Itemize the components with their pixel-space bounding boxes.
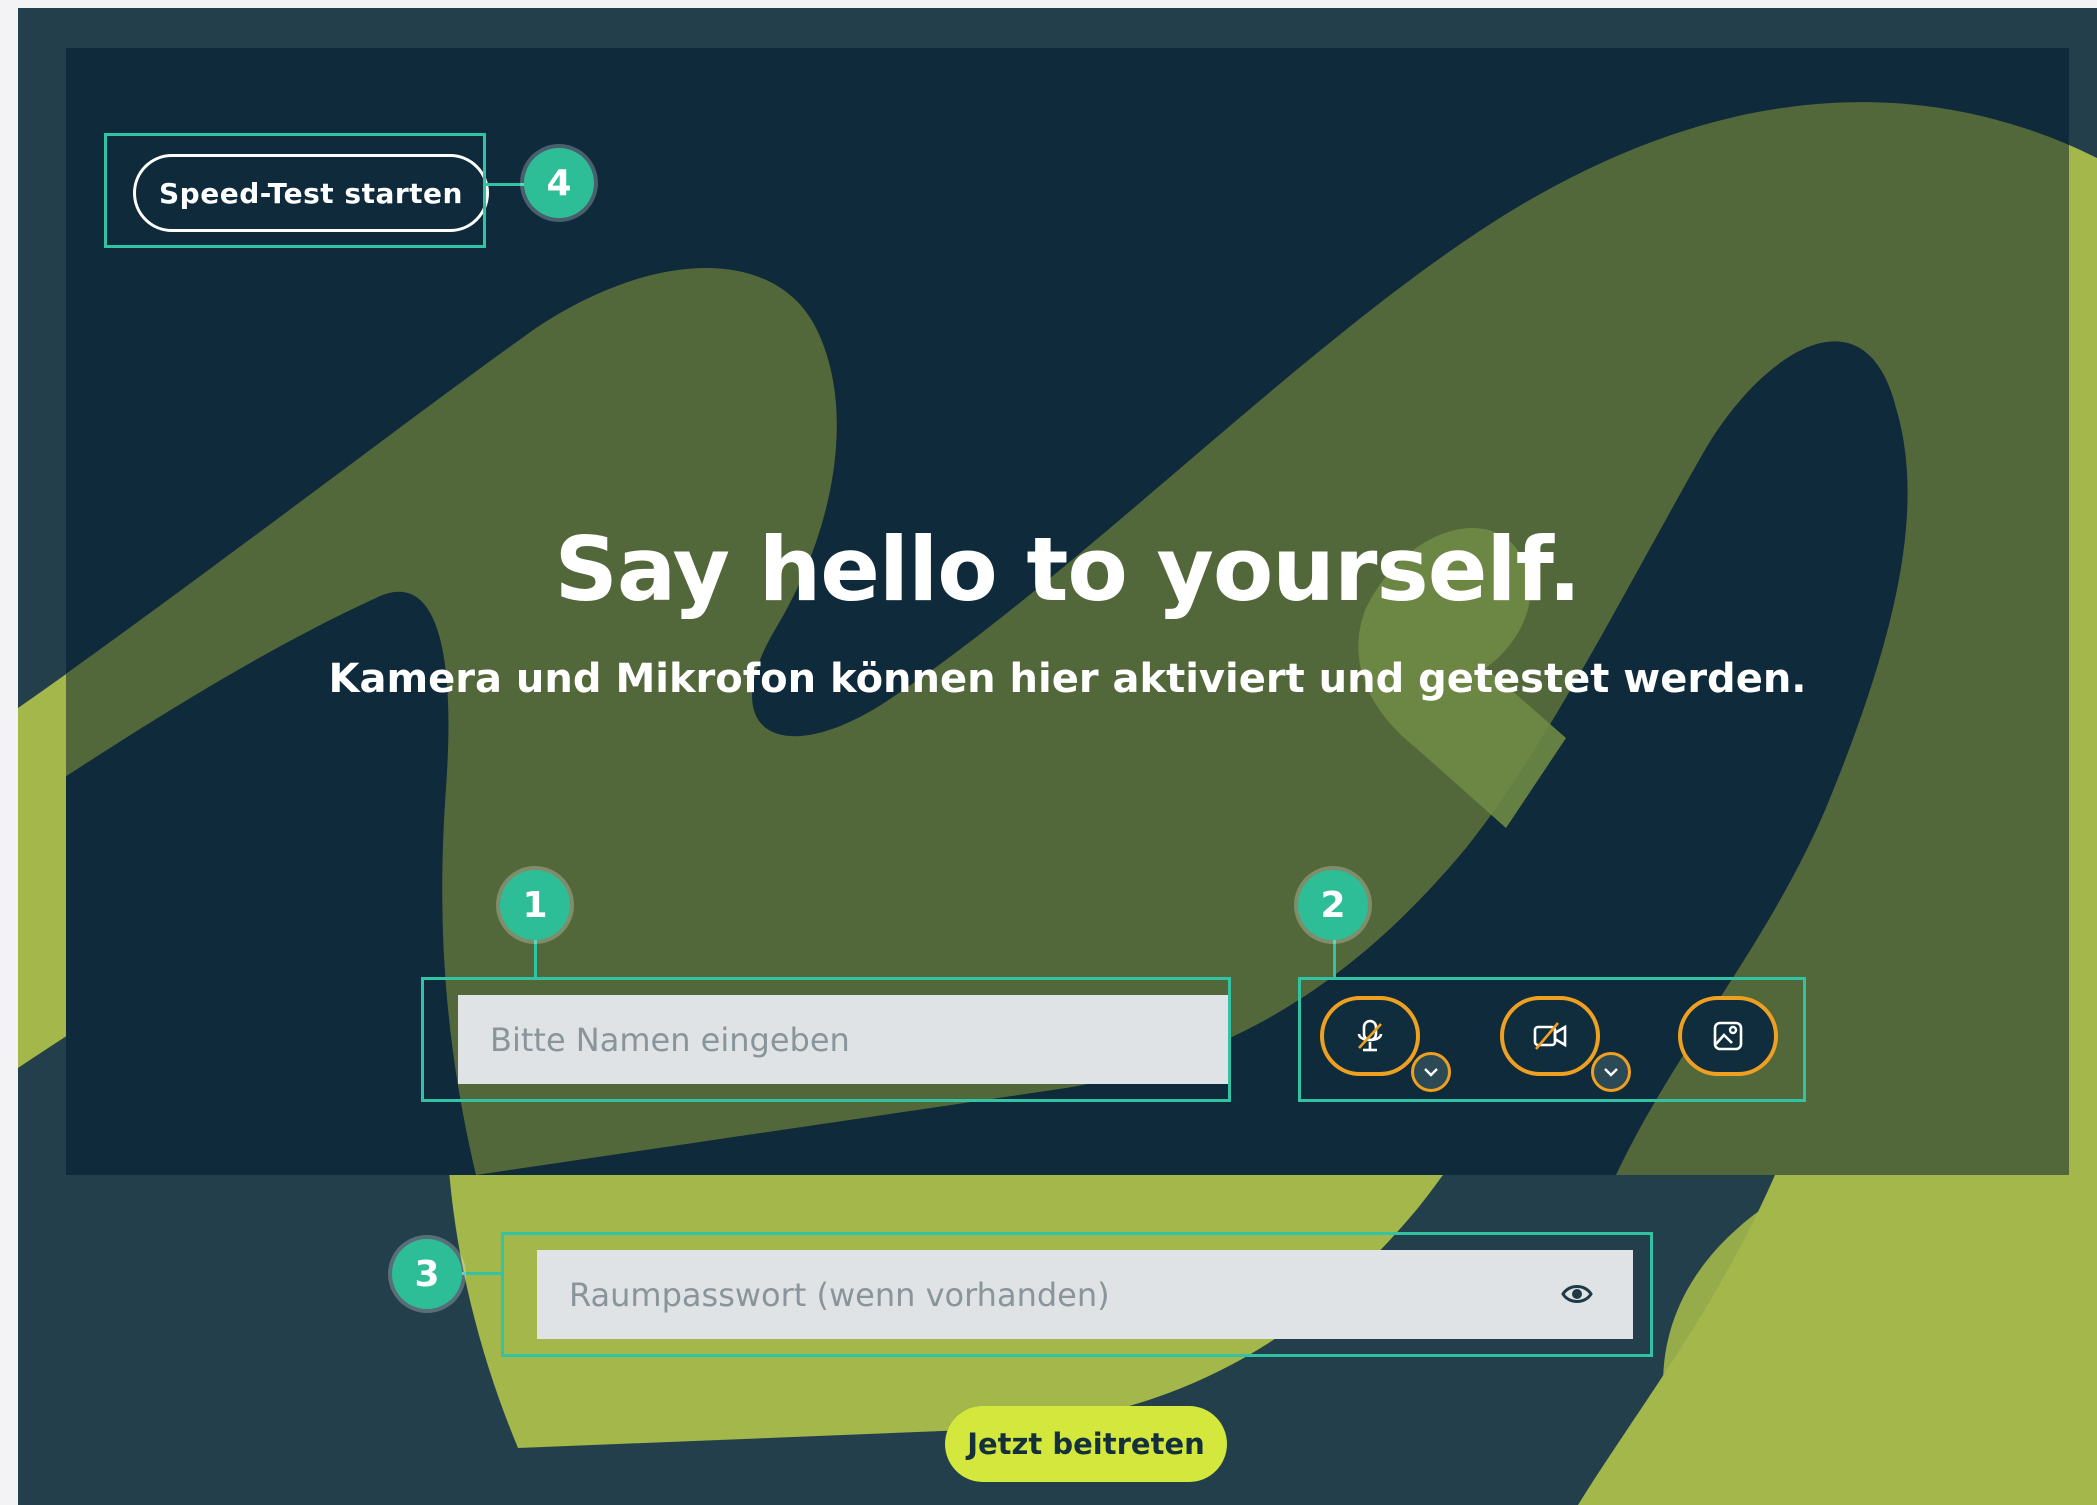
chevron-down-icon (1604, 1068, 1618, 1077)
annotation-badge-3: 3 (392, 1239, 462, 1309)
page-title: Say hello to yourself. (554, 518, 1582, 621)
name-input[interactable] (458, 995, 1229, 1084)
microphone-toggle-button[interactable] (1320, 996, 1420, 1076)
page-subtitle: Kamera und Mikrofon können hier aktivier… (328, 656, 1807, 702)
connector-3 (458, 1272, 502, 1275)
pre-join-screen: Speed-Test starten 4 Say hello to yourse… (18, 8, 2097, 1505)
annotation-badge-1: 1 (500, 870, 570, 940)
annotation-badge-4: 4 (524, 148, 594, 218)
microphone-options-button[interactable] (1411, 1052, 1451, 1092)
microphone-off-icon (1357, 1019, 1383, 1052)
room-password-input[interactable] (537, 1250, 1537, 1339)
chevron-down-icon (1424, 1068, 1438, 1077)
room-password-field (537, 1250, 1633, 1339)
connector-2 (1333, 938, 1336, 978)
camera-options-button[interactable] (1591, 1052, 1631, 1092)
camera-toggle-button[interactable] (1500, 996, 1600, 1076)
annotation-badge-2: 2 (1298, 870, 1368, 940)
speed-test-button[interactable]: Speed-Test starten (133, 154, 489, 232)
join-now-button[interactable]: Jetzt beitreten (945, 1406, 1227, 1482)
camera-off-icon (1533, 1022, 1567, 1050)
image-background-icon (1713, 1021, 1743, 1051)
connector-1 (534, 938, 537, 978)
eye-icon[interactable] (1561, 1280, 1593, 1308)
background-effects-button[interactable] (1678, 996, 1778, 1076)
